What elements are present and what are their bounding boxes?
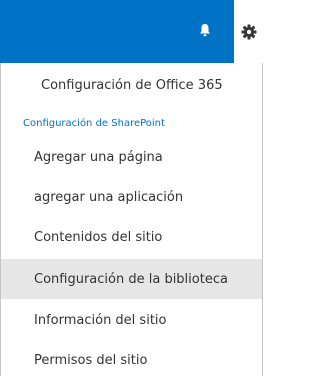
menu-item-site-information[interactable]: Información del sitio	[1, 300, 262, 340]
menu-item-label: Información del sitio	[34, 312, 167, 328]
menu-item-label: Permisos del sitio	[34, 352, 148, 368]
settings-menu: Configuración de Office 365 Configuració…	[0, 63, 263, 376]
bell-icon	[200, 24, 210, 37]
suite-bar	[0, 0, 263, 63]
menu-item-site-permissions[interactable]: Permisos del sitio	[1, 340, 262, 380]
menu-item-label: agregar una aplicación	[34, 189, 184, 205]
office365-settings-label: Configuración de Office 365	[41, 77, 223, 93]
menu-item-label: Configuración de la biblioteca	[34, 271, 228, 287]
menu-item-add-app[interactable]: agregar una aplicación	[1, 177, 262, 217]
menu-item-site-contents[interactable]: Contenidos del sitio	[1, 217, 262, 257]
notifications-button[interactable]	[182, 6, 228, 54]
gear-icon	[241, 24, 256, 39]
settings-button[interactable]	[234, 0, 263, 63]
sharepoint-settings-heading: Configuración de SharePoint	[23, 118, 165, 129]
menu-item-add-page[interactable]: Agregar una página	[1, 137, 262, 177]
menu-item-label: Agregar una página	[34, 149, 163, 165]
menu-item-library-settings[interactable]: Configuración de la biblioteca	[1, 259, 262, 299]
menu-item-label: Contenidos del sitio	[34, 229, 163, 245]
office365-settings-item[interactable]: Configuración de Office 365	[1, 63, 262, 107]
